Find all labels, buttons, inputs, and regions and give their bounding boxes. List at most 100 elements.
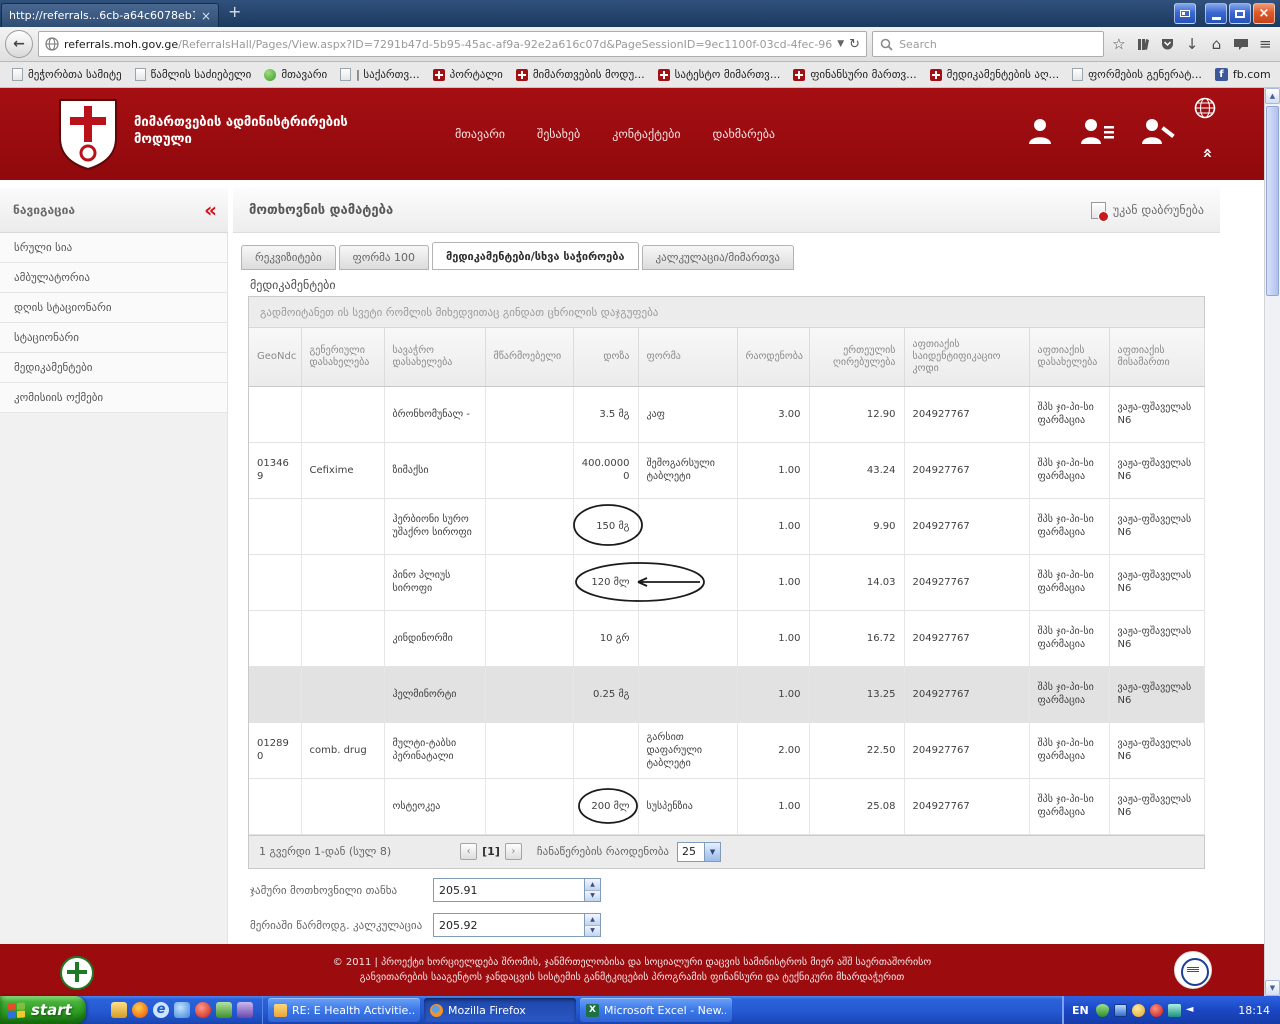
column-header[interactable]: აფთიაქის მისამართი <box>1109 328 1204 386</box>
user-list-icon[interactable] <box>1080 118 1114 144</box>
site-nav-item[interactable]: დახმარება <box>713 127 776 141</box>
task-button[interactable]: Mozilla Firefox <box>424 998 576 1022</box>
tab-item[interactable]: ფორმა 100 <box>339 245 429 270</box>
total-amount-input[interactable]: 205.91▲▼ <box>433 878 601 902</box>
column-header[interactable]: აფთიაქის საიდენტიფიკაციო კოდი <box>904 328 1029 386</box>
task-button[interactable]: Microsoft Excel - New... <box>580 998 732 1022</box>
tab-item[interactable]: რეკვიზიტები <box>241 245 336 270</box>
site-identity-globe-icon[interactable] <box>45 37 59 51</box>
url-bar[interactable]: referrals.moh.gov.ge/ReferralsHall/Pages… <box>38 31 867 57</box>
bookmark-item[interactable]: მიმართვების მოდუ... <box>510 66 651 83</box>
chat-icon[interactable] <box>1231 31 1250 58</box>
site-nav-item[interactable]: შესახებ <box>537 127 580 141</box>
back-button[interactable]: ← <box>5 30 33 58</box>
table-row[interactable]: 013469Cefiximeზიმაქსი400.00000შემოგარსულ… <box>249 442 1204 498</box>
sidebar-item[interactable]: სრული სია <box>0 233 227 263</box>
spinner-up-icon[interactable]: ▲ <box>585 879 600 891</box>
downloads-icon[interactable]: ↓ <box>1182 31 1201 58</box>
sidebar-item[interactable]: ამბულატორია <box>0 263 227 293</box>
quick-launch-icon-5[interactable] <box>195 1002 211 1018</box>
spinner[interactable]: ▲▼ <box>584 914 600 936</box>
tray-network-icon[interactable] <box>1114 1004 1127 1017</box>
new-tab-button[interactable]: + <box>219 0 250 27</box>
spinner[interactable]: ▲▼ <box>584 879 600 901</box>
bookmark-item[interactable]: მეჭორბთა სამიტე <box>6 66 128 83</box>
tab-overview-button[interactable] <box>1174 3 1196 24</box>
bookmark-item[interactable]: სატესტო მიმართვ... <box>652 66 787 83</box>
bookmark-item[interactable]: მთავარი <box>258 66 333 83</box>
quick-launch-icon-1[interactable] <box>111 1002 127 1018</box>
sidebar-item[interactable]: მედიკამენტები <box>0 353 227 383</box>
tab-close-icon[interactable]: × <box>201 9 211 23</box>
pocket-icon[interactable] <box>1158 31 1177 58</box>
quick-launch-firefox-icon[interactable] <box>132 1002 148 1018</box>
column-header[interactable]: აფთიაქის დასახელება <box>1029 328 1109 386</box>
table-row[interactable]: 012890comb. drugმულტი-ტაბსი პერინატალიგა… <box>249 722 1204 778</box>
page-scrollbar[interactable]: ▲ ▼ <box>1264 88 1280 996</box>
sidebar-item[interactable]: დღის სტაციონარი <box>0 293 227 323</box>
column-header[interactable]: ერთეულის ღირებულება <box>809 328 904 386</box>
page-size-select[interactable]: 25 ▼ <box>677 842 721 862</box>
quick-launch-icon-4[interactable] <box>174 1002 190 1018</box>
language-globe-icon[interactable] <box>1194 97 1216 119</box>
restore-button[interactable] <box>1229 3 1251 24</box>
close-button[interactable]: × <box>1253 3 1275 24</box>
start-button[interactable]: start <box>0 996 86 1024</box>
tray-messenger-icon[interactable] <box>1150 1004 1163 1017</box>
scrollbar-down-icon[interactable]: ▼ <box>1265 980 1280 996</box>
table-row[interactable]: პინო პლიუს სიროფი120 მლ1.0014.0320492776… <box>249 554 1204 610</box>
column-header[interactable]: დოზა <box>573 328 638 386</box>
column-header[interactable]: მწარმოებელი <box>485 328 573 386</box>
total-amount-input[interactable]: 205.92▲▼ <box>433 913 601 937</box>
bookmark-item[interactable]: მედიკამენტების აღ... <box>924 66 1065 83</box>
site-nav-item[interactable]: კონტაქტები <box>612 127 680 141</box>
table-row[interactable]: კინდინორმი10 გრ1.0016.72204927767შპს ჯი-… <box>249 610 1204 666</box>
search-bar[interactable]: Search <box>872 31 1104 57</box>
bookmark-item[interactable]: ფინანსური მართვ... <box>787 66 922 83</box>
browser-tab[interactable]: http://referrals...6cb-a64c6078eb1a × <box>1 3 219 27</box>
column-header[interactable]: გენერიული დასახელება <box>301 328 384 386</box>
bookmark-item[interactable]: | საქართვ... <box>334 66 425 83</box>
tray-update-icon[interactable] <box>1132 1004 1145 1017</box>
table-row[interactable]: ჰელმინორტი0.25 მგ1.0013.25204927767შპს ჯ… <box>249 666 1204 722</box>
urlbar-dropdown-icon[interactable]: ▼ <box>837 39 844 49</box>
spinner-down-icon[interactable]: ▼ <box>585 926 600 937</box>
bookmark-item[interactable]: ფორმების გენერატ... <box>1066 66 1208 83</box>
scrollbar-thumb[interactable] <box>1266 106 1279 296</box>
sidebar-item[interactable]: კომისიის ოქმები <box>0 383 227 413</box>
sidebar-item[interactable]: სტაციონარი <box>0 323 227 353</box>
tab-active[interactable]: მედიკამენტები/სხვა საჭიროება <box>432 242 639 270</box>
pager-next-button[interactable]: › <box>505 843 522 860</box>
bookmark-item[interactable]: ffb.com <box>1209 66 1277 83</box>
home-icon[interactable]: ⌂ <box>1207 31 1226 58</box>
site-nav-item[interactable]: მთავარი <box>455 127 505 141</box>
quick-launch-ie-icon[interactable] <box>153 1002 169 1018</box>
page-size-dropdown-icon[interactable]: ▼ <box>704 843 720 861</box>
tray-volume-icon[interactable]: ◄ <box>1186 1004 1194 1017</box>
scrollbar-up-icon[interactable]: ▲ <box>1265 88 1280 104</box>
quick-launch-icon-6[interactable] <box>216 1002 232 1018</box>
bookmark-star-icon[interactable]: ☆ <box>1109 31 1128 58</box>
user-edit-icon[interactable] <box>1140 118 1176 144</box>
pager-current-page[interactable]: [1] <box>482 845 500 858</box>
table-row[interactable]: ოსტეოკეა200 მლსუსპენზია1.0025.0820492776… <box>249 778 1204 834</box>
tray-app-icon[interactable] <box>1168 1004 1181 1017</box>
spinner-up-icon[interactable]: ▲ <box>585 914 600 926</box>
library-icon[interactable] <box>1134 31 1153 58</box>
language-indicator[interactable]: EN <box>1072 1004 1089 1017</box>
table-row[interactable]: ჰერბიონი სურო უშაქრო სიროფი150 მგ1.009.9… <box>249 498 1204 554</box>
column-header[interactable]: სავაჭრო დასახელება <box>384 328 485 386</box>
taskbar-clock[interactable]: 18:14 <box>1238 1004 1270 1017</box>
back-to-list-link[interactable]: უკან დაბრუნება <box>1091 202 1204 219</box>
user-icon[interactable] <box>1026 118 1054 144</box>
column-header[interactable]: ფორმა <box>638 328 737 386</box>
table-row[interactable]: ბრონხომუნალ -3.5 მგკაფ3.0012.90204927767… <box>249 386 1204 442</box>
task-button[interactable]: RE: E Health Activitie... <box>268 998 420 1022</box>
tray-antivirus-icon[interactable] <box>1096 1004 1109 1017</box>
reload-icon[interactable]: ↻ <box>849 37 860 52</box>
column-header[interactable]: რაოდენობა <box>737 328 809 386</box>
bookmark-item[interactable]: წამლის საძიებელი <box>129 66 258 83</box>
column-header[interactable]: GeoNdc <box>249 328 301 386</box>
minimize-button[interactable] <box>1205 3 1227 24</box>
sidebar-collapse-icon[interactable]: « <box>204 198 215 222</box>
